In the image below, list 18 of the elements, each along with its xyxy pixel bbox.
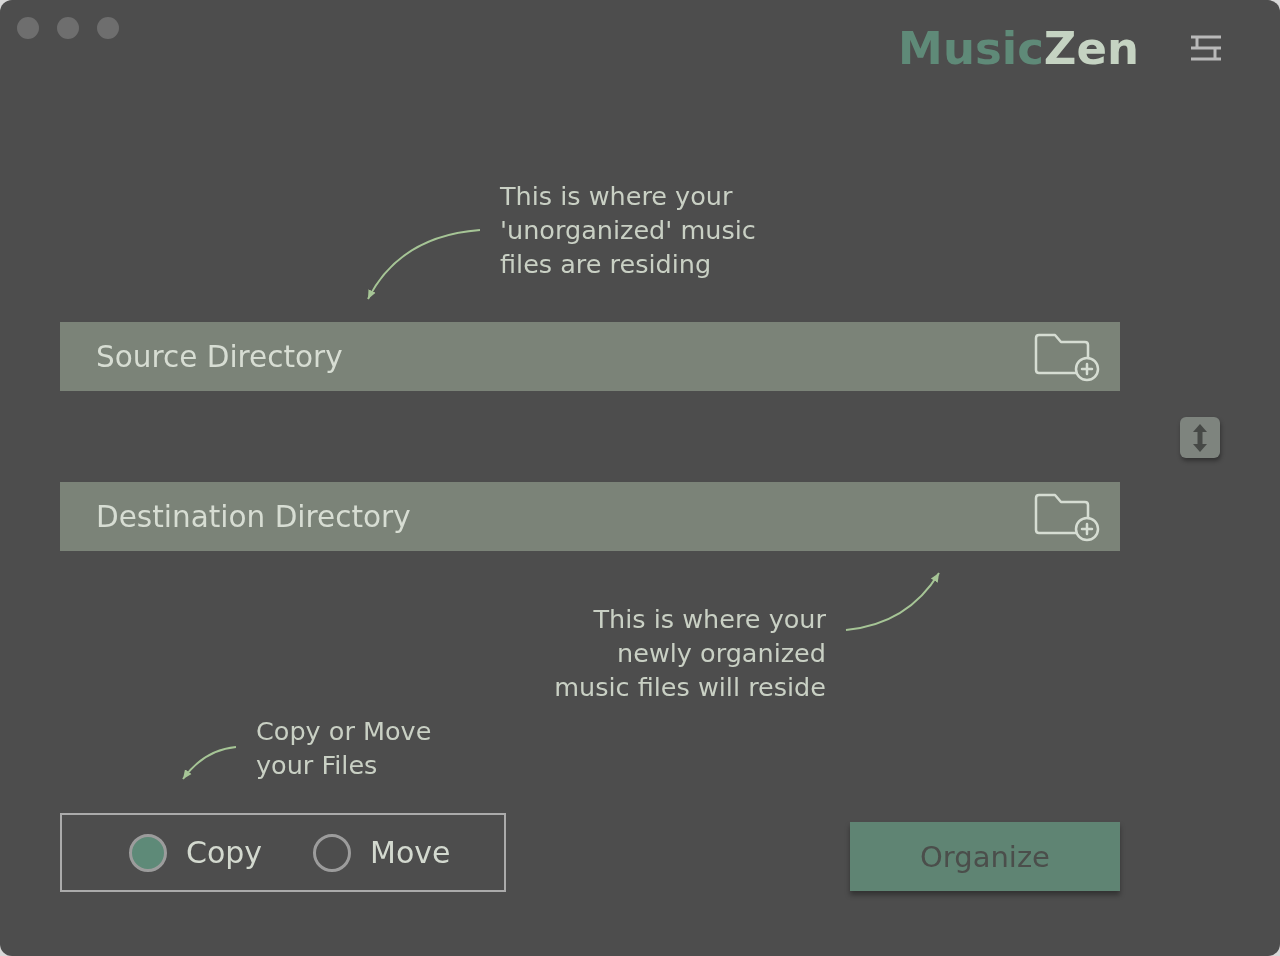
radio-button[interactable] [313, 833, 352, 872]
folder-plus-icon[interactable] [1034, 333, 1100, 382]
radio-label[interactable]: Move [370, 834, 451, 871]
directory-field[interactable]: Source Directory [60, 322, 1120, 391]
hint-text: Copy or Move your Files [256, 715, 432, 782]
up-down-arrow-icon [1192, 423, 1208, 452]
radio-label[interactable]: Copy [186, 834, 263, 871]
window-control-icon[interactable] [17, 17, 39, 39]
app-logo: MusicZen [898, 26, 1139, 71]
hint-text: This is where your 'unorganized' music files are residing [500, 180, 756, 281]
window-control-icon[interactable] [57, 17, 79, 39]
directory-field[interactable]: Destination Directory [60, 482, 1120, 551]
window-control-icon[interactable] [97, 17, 119, 39]
menu-icon[interactable] [1190, 34, 1222, 62]
folder-plus-icon[interactable] [1034, 493, 1100, 542]
radio-button[interactable] [129, 833, 167, 872]
hint-text: This is where your newly organized music files will reside [553, 603, 826, 704]
swap-button[interactable] [1180, 417, 1220, 458]
